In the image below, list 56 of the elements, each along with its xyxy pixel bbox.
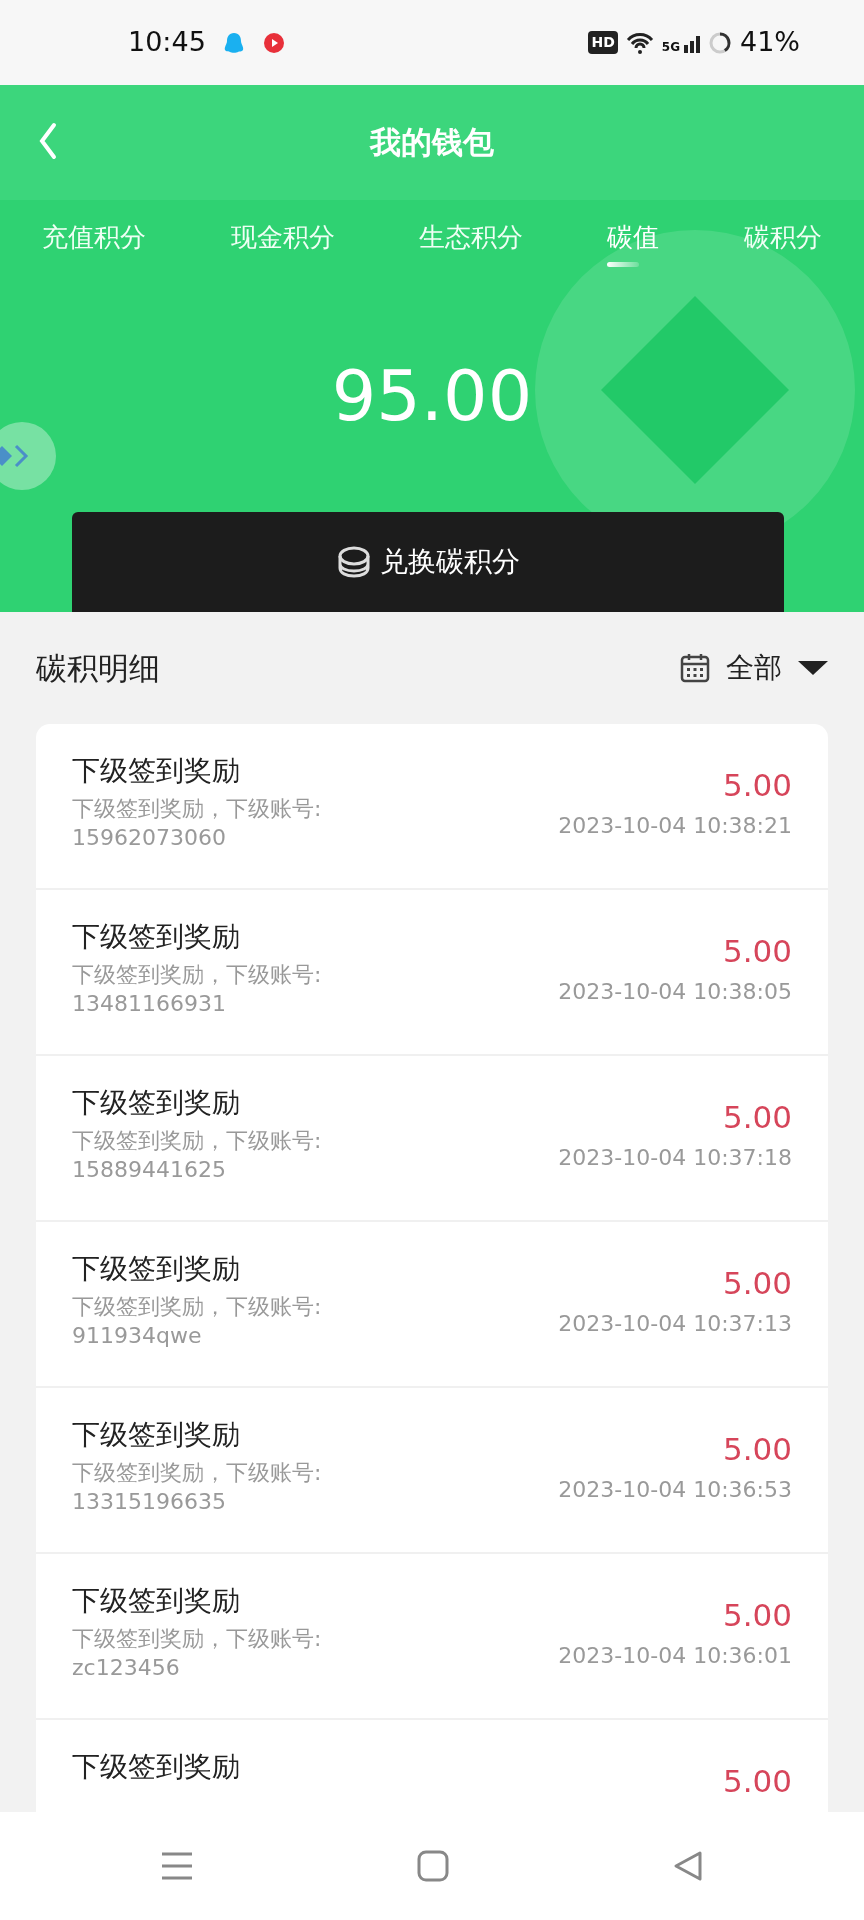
record-amount: 5.00 bbox=[722, 1762, 792, 1801]
record-title: 下级签到奖励 bbox=[72, 1583, 241, 1619]
wallet-tab[interactable]: 现金积分 bbox=[230, 211, 335, 269]
record-title: 下级签到奖励 bbox=[72, 1085, 241, 1121]
exchange-button[interactable]: 兑换碳积分 bbox=[72, 512, 784, 612]
record-detail: 下级签到奖励，下级账号: bbox=[72, 960, 322, 989]
record-time: 2023-10-04 10:36:01 bbox=[558, 1641, 792, 1670]
page-title: 我的钱包 bbox=[370, 123, 494, 163]
record-amount: 5.00 bbox=[722, 1430, 792, 1469]
wallet-tab[interactable]: 充值积分 bbox=[42, 211, 147, 269]
record-time: 2023-10-04 10:36:53 bbox=[558, 1475, 792, 1504]
network-type: 5G bbox=[661, 40, 680, 53]
floating-widget-icon[interactable] bbox=[0, 422, 56, 490]
record-amount: 5.00 bbox=[722, 1596, 792, 1635]
record-title: 下级签到奖励 bbox=[72, 1251, 241, 1287]
date-filter[interactable]: 全部 bbox=[680, 647, 828, 689]
battery-icon bbox=[708, 30, 732, 55]
record-time: 2023-10-04 10:38:21 bbox=[558, 811, 792, 840]
section-title: 碳积明细 bbox=[36, 648, 160, 688]
dropdown-caret-icon bbox=[798, 661, 828, 675]
record-account: 911934qwe bbox=[72, 1322, 203, 1351]
record-account: 13315196635 bbox=[72, 1488, 227, 1517]
wallet-tab[interactable]: 生态积分 bbox=[418, 211, 523, 269]
record-detail: 下级签到奖励，下级账号: bbox=[72, 1624, 322, 1653]
record-amount: 5.00 bbox=[722, 1264, 792, 1303]
calendar-icon bbox=[680, 653, 710, 683]
record-account: 15962073060 bbox=[72, 824, 227, 853]
record-detail: 下级签到奖励，下级账号: bbox=[72, 794, 322, 823]
record-title: 下级签到奖励 bbox=[72, 753, 241, 789]
record-title: 下级签到奖励 bbox=[72, 1417, 241, 1453]
record-amount: 5.00 bbox=[722, 766, 792, 805]
record-time: 2023-10-04 10:37:13 bbox=[558, 1309, 792, 1338]
record-amount: 5.00 bbox=[722, 932, 792, 971]
record-title: 下级签到奖励 bbox=[72, 919, 241, 955]
home-icon[interactable] bbox=[417, 1850, 449, 1882]
balance-amount: 95.00 bbox=[331, 353, 533, 439]
record-time: 2023-10-04 10:38:05 bbox=[558, 977, 792, 1006]
record-detail: 下级签到奖励，下级账号: bbox=[72, 1126, 322, 1155]
record-amount: 5.00 bbox=[722, 1098, 792, 1137]
record-account: 13481166931 bbox=[72, 990, 227, 1019]
video-app-icon bbox=[261, 30, 286, 55]
record-detail: 下级签到奖励，下级账号: bbox=[72, 1292, 322, 1321]
menu-icon[interactable] bbox=[159, 1850, 194, 1882]
back-icon[interactable] bbox=[672, 1850, 705, 1882]
wallet-tab[interactable]: 碳值 bbox=[607, 211, 660, 269]
record-title: 下级签到奖励 bbox=[72, 1749, 240, 1785]
status-time: 10:45 bbox=[128, 25, 206, 60]
wifi-icon bbox=[625, 30, 654, 55]
record-account: zc123456 bbox=[72, 1654, 181, 1683]
wallet-tab[interactable]: 碳积分 bbox=[743, 211, 822, 269]
battery-percent: 41% bbox=[740, 25, 800, 60]
record-time: 2023-10-04 10:37:18 bbox=[558, 1143, 792, 1172]
coins-icon bbox=[336, 544, 372, 580]
record-detail: 下级签到奖励，下级账号: bbox=[72, 1458, 322, 1487]
hd-indicator: HD bbox=[588, 31, 618, 54]
record-account: 15889441625 bbox=[72, 1156, 227, 1185]
